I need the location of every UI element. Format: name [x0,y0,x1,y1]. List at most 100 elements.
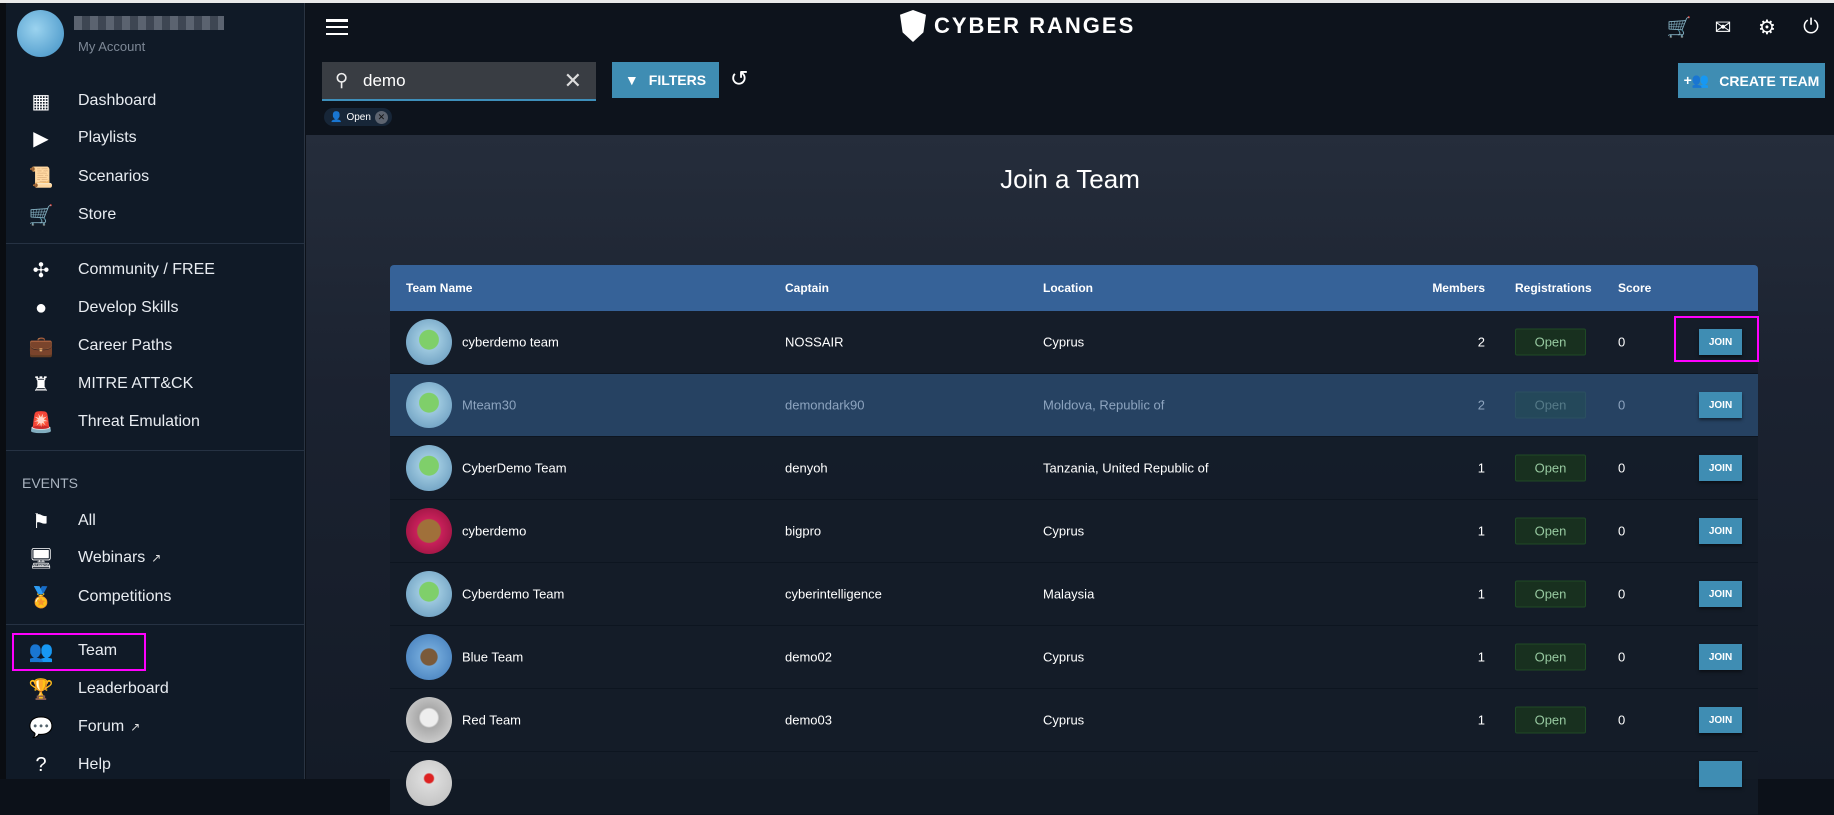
join-button[interactable]: JOIN [1699,392,1742,418]
team-avatar [406,697,452,743]
table-row[interactable]: CyberDemo Team denyoh Tanzania, United R… [390,437,1758,500]
score: 0 [1618,397,1626,413]
captain: demo03 [785,712,832,728]
col-captain[interactable]: Captain [785,281,829,295]
location: Cyprus [1043,712,1085,728]
create-team-button[interactable]: +👥 CREATE TEAM [1678,63,1825,98]
score: 0 [1618,523,1626,539]
sidebar-item-label: Playlists [78,129,137,146]
team-name[interactable]: Red Team [462,713,521,728]
location: Tanzania, United Republic of [1043,460,1209,476]
search-input[interactable] [363,70,553,91]
my-account-link[interactable]: My Account [78,39,145,54]
sidebar-item-help[interactable]: ? Help [0,748,305,782]
team-name[interactable]: Blue Team [462,650,523,665]
table-row[interactable]: cyberdemo bigpro Cyprus 1 Open 0 JOIN [390,500,1758,563]
members-count: 1 [1477,712,1485,728]
sidebar-item-label: Community / FREE [78,261,215,278]
table-row[interactable]: cyberdemo team NOSSAIR Cyprus 2 Open 0 J… [390,311,1758,374]
location: Moldova, Republic of [1043,397,1165,413]
location: Cyprus [1043,334,1085,350]
table-header: Team Name Captain Location Members Regis… [390,265,1758,311]
sidebar-item-all[interactable]: ⚑ All [0,504,305,538]
filters-label: FILTERS [648,72,707,88]
join-button[interactable]: JOIN [1699,455,1742,481]
search-field[interactable]: ⚲ ✕ [322,62,596,101]
filters-button[interactable]: ▼ FILTERS [612,62,719,98]
table-row[interactable]: Mteam30 demondark90 Moldova, Republic of… [390,374,1758,437]
col-registrations[interactable]: Registrations [1515,281,1592,295]
col-team-name[interactable]: Team Name [406,281,472,295]
table-row[interactable]: Cyberdemo Team cyberintelligence Malaysi… [390,563,1758,626]
sidebar-item-label: Forum [78,718,125,735]
join-button[interactable] [1699,761,1742,787]
sidebar-item-store[interactable]: 🛒 Store [0,198,305,232]
team-name[interactable]: Cyberdemo Team [462,587,564,602]
join-button[interactable]: JOIN [1699,581,1742,607]
join-button[interactable]: JOIN [1699,644,1742,670]
siren-icon: 🚨 [28,411,54,434]
sidebar-item-dashboard[interactable]: ▦ Dashboard [0,84,305,118]
dashboard-icon: ▦ [31,90,51,113]
sidebar-divider [6,243,304,244]
clear-search-icon[interactable]: ✕ [564,68,582,94]
sidebar-item-competitions[interactable]: 🏅 Competitions [0,580,305,614]
sidebar-item-playlists[interactable]: ▶ Playlists [0,121,305,155]
sidebar-item-forum[interactable]: 💬 Forum ↗ [0,710,305,744]
table-row[interactable]: Red Team demo03 Cyprus 1 Open 0 JOIN [390,689,1758,752]
events-heading: EVENTS [22,475,79,491]
remove-chip-icon[interactable]: ✕ [374,110,388,124]
team-name[interactable]: cyberdemo team [462,335,559,350]
registration-status-badge: Open [1515,643,1586,671]
table-row[interactable]: Blue Team demo02 Cyprus 1 Open 0 JOIN [390,626,1758,689]
external-link-icon: ↗ [151,551,162,565]
logo[interactable]: CYBER RANGES [900,10,1135,42]
join-button[interactable]: JOIN [1699,518,1742,544]
sidebar-item-mitre-att-ck[interactable]: ♜ MITRE ATT&CK [0,367,305,401]
location: Malaysia [1043,586,1095,602]
brain-icon: ● [34,296,48,319]
gear-icon[interactable]: ⚙ [1754,14,1780,40]
mail-icon[interactable]: ✉ [1710,14,1736,40]
cart-icon[interactable]: 🛒 [1666,14,1692,40]
reset-filters-icon[interactable]: ↺ [730,66,748,92]
registration-status-badge: Open [1515,328,1586,356]
sidebar-item-label: Webinars [78,549,146,566]
sidebar-item-label: Scenarios [78,168,150,185]
trophy-icon: 🏆 [28,678,54,701]
menu-icon[interactable] [326,17,348,37]
user-avatar[interactable] [17,10,64,57]
location: Cyprus [1043,649,1085,665]
team-name[interactable]: Mteam30 [462,398,516,413]
sidebar-item-webinars[interactable]: 🖥 Webinars ↗ [0,541,305,575]
sidebar-item-scenarios[interactable]: 📜 Scenarios [0,160,305,194]
captain: denyoh [785,460,828,476]
sidebar-item-label: Help [78,756,111,773]
playlist-icon: ▶ [33,127,49,150]
join-button[interactable]: JOIN [1699,707,1742,733]
filter-chip-open[interactable]: 👤 Open ✕ [324,108,392,126]
sidebar-item-develop-skills[interactable]: ● Develop Skills [0,291,305,325]
table-row-partial [390,752,1758,815]
members-count: 1 [1477,586,1485,602]
sidebar-item-community-free[interactable]: ✣ Community / FREE [0,253,305,287]
score: 0 [1618,649,1626,665]
filter-icon: ▼ [624,72,639,88]
col-location[interactable]: Location [1043,281,1093,295]
members-count: 2 [1477,397,1485,413]
page-title: Join a Team [1000,164,1140,194]
team-name[interactable]: cyberdemo [462,524,526,539]
team-name[interactable]: CyberDemo Team [462,461,567,476]
sidebar-item-leaderboard[interactable]: 🏆 Leaderboard [0,672,305,706]
power-icon[interactable]: ⏻ [1798,14,1824,40]
sidebar-item-threat-emulation[interactable]: 🚨 Threat Emulation [0,405,305,439]
members-count: 1 [1477,523,1485,539]
sidebar-item-career-paths[interactable]: 💼 Career Paths [0,329,305,363]
team-avatar [406,508,452,554]
col-members[interactable]: Members [1432,281,1485,295]
sidebar-item-label: Dashboard [78,92,157,109]
sidebar-item-label: MITRE ATT&CK [78,375,194,392]
checkered-flag-icon: ⚑ [32,510,50,533]
col-score[interactable]: Score [1618,281,1651,295]
captain: cyberintelligence [785,586,882,602]
